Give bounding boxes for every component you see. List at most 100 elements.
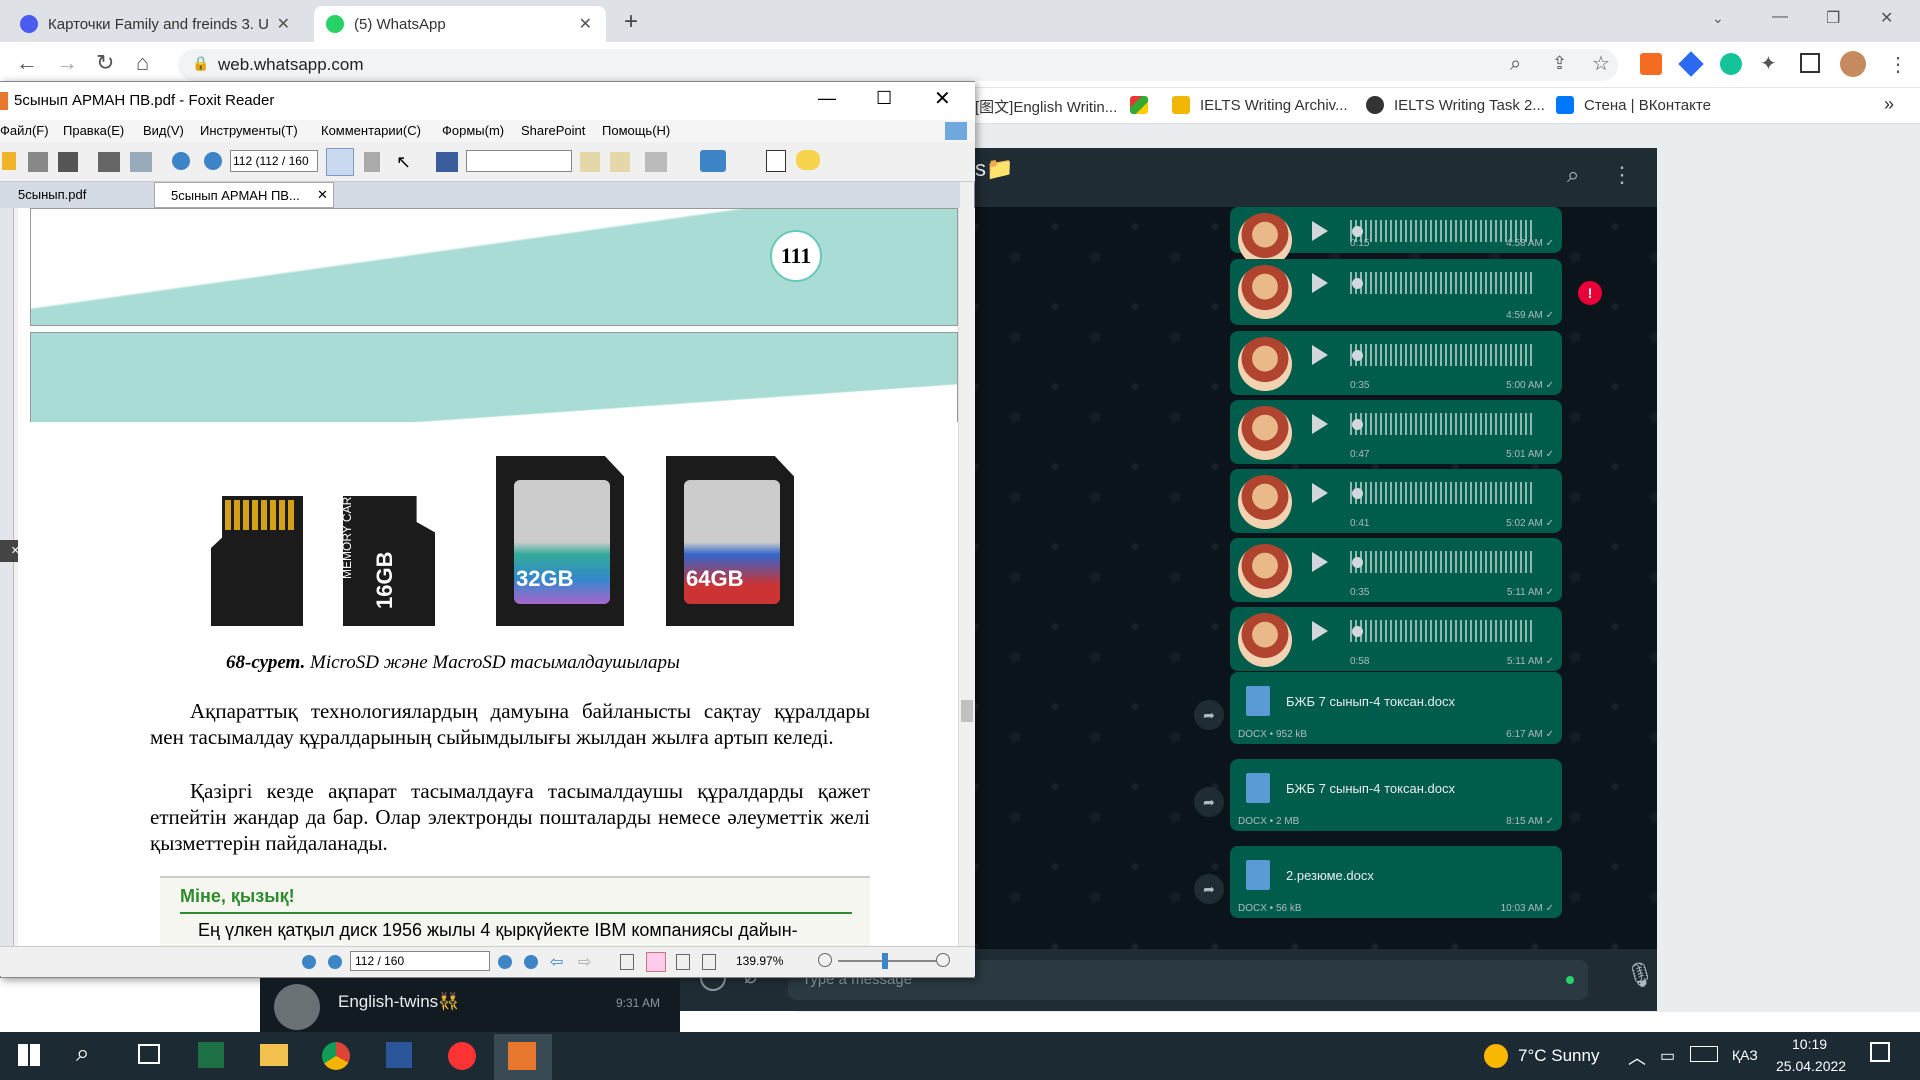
zoom-level[interactable]: 139.97% [736,954,783,968]
menu-forms[interactable]: Формы(m) [442,123,504,138]
language-indicator[interactable]: ҚАЗ [1732,1047,1758,1063]
voice-message[interactable]: 4:59 AM ✓ [1230,259,1562,325]
back-view-icon[interactable]: ⇦ [550,952,563,972]
profile-avatar[interactable] [1840,51,1866,77]
bookmark-english-writing[interactable]: [图文]English Writin... [975,96,1117,117]
play-icon[interactable] [1312,621,1328,641]
select-text-icon[interactable] [364,152,380,172]
search-taskbar-icon[interactable]: ⌕ [76,1040,89,1068]
reload-icon[interactable]: ↻ [96,50,114,76]
first-page-icon[interactable] [302,955,316,969]
document-message[interactable]: 2.резюме.docx DOCX • 56 kB 10:03 AM ✓ [1230,846,1562,918]
find-icon[interactable] [436,152,458,172]
clock-date[interactable]: 25.04.2022 [1776,1058,1846,1074]
save-icon[interactable] [28,152,48,172]
microphone-icon[interactable]: 🎙 [1625,961,1655,990]
bookmark-star-icon[interactable]: ☆ [1592,51,1610,76]
close-window-icon[interactable]: ✕ [934,86,951,111]
last-page-icon[interactable] [524,955,538,969]
close-doc-icon[interactable]: ✕ [317,187,328,203]
excel-icon[interactable] [198,1042,224,1068]
address-bar[interactable]: 🔒 web.whatsapp.com [178,49,1618,81]
playback-dot[interactable] [1352,226,1363,237]
extension-sc-icon[interactable] [1640,53,1662,75]
scroll-thumb[interactable] [961,700,973,722]
word-icon[interactable] [386,1042,412,1068]
bookmark-ielts-task2[interactable]: IELTS Writing Task 2... [1366,96,1545,114]
find-next-icon[interactable] [610,152,630,172]
weather-text[interactable]: 7°C Sunny [1518,1046,1599,1066]
next-page-status-icon[interactable] [498,955,512,969]
voice-message[interactable]: 0:35 5:00 AM ✓ [1230,331,1562,395]
chrome-menu-icon[interactable]: ⋮ [1888,52,1908,77]
document-name[interactable]: БЖБ 7 сынып-4 токсан.docx [1286,781,1455,796]
notifications-icon[interactable] [1870,1042,1890,1062]
playback-dot[interactable] [1352,488,1363,499]
menu-icon[interactable]: ⋮ [1611,162,1633,188]
menu-tools[interactable]: Инструменты(T) [200,123,298,138]
comment-icon[interactable] [796,150,820,170]
task-view-icon[interactable] [138,1044,160,1064]
bookmark-ielts-archive[interactable]: IELTS Writing Archiv... [1172,96,1348,114]
typewriter-icon[interactable] [645,152,667,172]
minimize-icon[interactable]: — [818,88,836,109]
close-window-icon[interactable]: ✕ [1880,8,1893,28]
menu-sharepoint[interactable]: SharePoint [521,123,585,138]
menu-file[interactable]: Файл(F) [0,123,49,138]
facing-icon[interactable] [676,954,690,970]
email-icon[interactable] [130,152,152,172]
chrome-icon[interactable] [322,1042,350,1070]
error-icon[interactable]: ! [1578,281,1602,305]
file-explorer-icon[interactable] [260,1044,288,1066]
playback-dot[interactable] [1352,626,1363,637]
zoom-slider-thumb[interactable] [882,953,888,969]
play-icon[interactable] [1312,483,1328,503]
keyboard-icon[interactable] [1690,1046,1718,1062]
home-icon[interactable]: ⌂ [136,50,149,76]
navigation-panel-strip[interactable] [0,208,14,946]
browser-tab-cards[interactable]: Карточки Family and freinds 3. U ✕ [8,6,304,42]
next-page-icon[interactable] [204,152,222,170]
play-icon[interactable] [1312,345,1328,365]
voice-message[interactable]: 0:41 5:02 AM ✓ [1230,469,1562,533]
status-page-field[interactable]: 112 / 160 [350,951,490,971]
close-tab-icon[interactable]: ✕ [277,14,290,34]
play-icon[interactable] [1312,414,1328,434]
prev-page-icon[interactable] [328,955,342,969]
maximize-icon[interactable]: ☐ [876,88,892,109]
open-icon[interactable] [2,152,16,170]
doc-tab-arman[interactable]: 5сынып АРМАН ПВ... ✕ [154,182,334,208]
voice-message[interactable]: 0:58 5:11 AM ✓ [1230,607,1562,671]
continuous-icon[interactable] [646,952,666,972]
rotate-icon[interactable] [700,150,726,172]
play-icon[interactable] [1312,221,1328,241]
tab-search-icon[interactable]: ⌄ [1712,10,1724,27]
page-number-field[interactable]: 112 (112 / 160 [230,150,318,172]
document-name[interactable]: 2.резюме.docx [1286,868,1374,883]
forward-view-icon[interactable]: ⇨ [578,952,591,972]
save-as-icon[interactable] [58,152,78,172]
bookmark-vk[interactable]: Стена | ВКонтакте [1556,96,1711,114]
browser-tab-whatsapp[interactable]: (5) WhatsApp ✕ [314,6,606,42]
forward-icon[interactable]: → [56,50,78,76]
menu-edit[interactable]: Правка(E) [63,123,124,138]
playback-dot[interactable] [1352,557,1363,568]
document-name[interactable]: БЖБ 7 сынып-4 токсан.docx [1286,694,1455,709]
doc-tab-5synyp[interactable]: 5сынып.pdf [18,187,86,202]
zoom-icon[interactable]: ⌕ [1510,53,1521,76]
network-icon[interactable]: ▭ [1660,1046,1675,1066]
menu-help[interactable]: Помощь(H) [602,123,670,138]
clock-time[interactable]: 10:19 [1792,1036,1827,1052]
extensions-puzzle-icon[interactable]: ✦ [1760,51,1777,76]
document-message[interactable]: БЖБ 7 сынып-4 токсан.docx DOCX • 952 kB … [1230,672,1562,744]
voice-message[interactable]: 0:15 4:58 AM ✓ [1230,207,1562,267]
play-icon[interactable] [1312,552,1328,572]
grammarly-icon[interactable] [1720,53,1742,75]
single-page-icon[interactable] [620,954,634,970]
vertical-scrollbar[interactable] [958,208,975,946]
find-prev-icon[interactable] [580,152,600,172]
more-bookmarks-icon[interactable]: » [1884,94,1894,115]
hand-tool-icon[interactable] [326,148,354,176]
find-input[interactable] [466,150,572,172]
previous-page-icon[interactable] [172,152,190,170]
